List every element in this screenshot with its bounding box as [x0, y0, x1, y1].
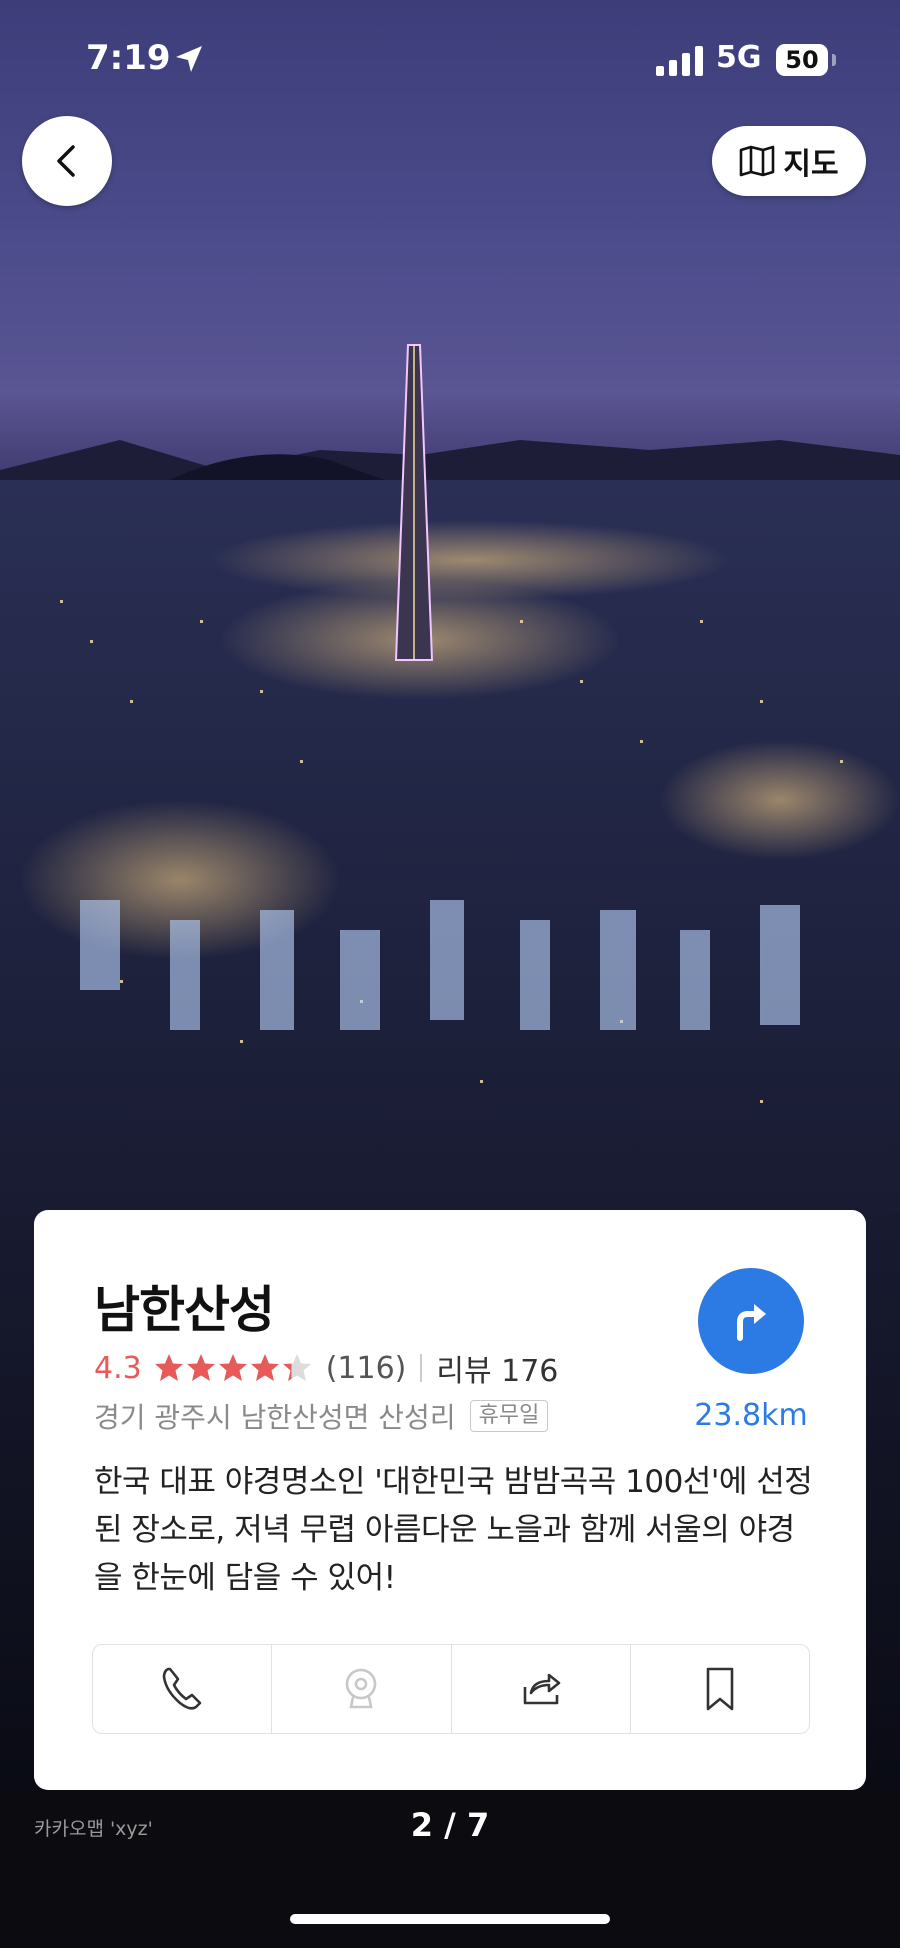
chevron-left-icon: [57, 145, 75, 177]
directions-button[interactable]: [698, 1268, 804, 1374]
back-button[interactable]: [22, 116, 112, 206]
place-card[interactable]: 남한산성 4.3 (116) 리뷰 176 경기 광주시 남한산성면 산성리 휴…: [34, 1210, 866, 1790]
divider: [420, 1354, 423, 1382]
map-icon: [740, 145, 775, 177]
star-icons: [154, 1354, 311, 1381]
rating-count: (116): [325, 1350, 407, 1386]
home-indicator[interactable]: [290, 1914, 610, 1924]
status-time: 7:19: [86, 38, 171, 78]
page-indicator: 2 / 7: [410, 1806, 490, 1844]
rating-row: 4.3 (116) 리뷰 176: [94, 1346, 558, 1390]
cellular-signal-icon: [656, 46, 703, 76]
status-bar: 7:19 5G 50: [0, 0, 900, 120]
map-button[interactable]: 지도: [712, 126, 866, 196]
address-row: 경기 광주시 남한산성면 산성리 휴무일: [94, 1396, 549, 1436]
distance-text: 23.8km: [694, 1398, 808, 1433]
turn-right-arrow-icon: [737, 1304, 766, 1341]
share-icon: [523, 1673, 560, 1705]
rating-value: 4.3: [94, 1350, 142, 1386]
network-type: 5G: [716, 40, 762, 75]
address-text: 경기 광주시 남한산성면 산성리: [94, 1401, 456, 1434]
star-rating: [154, 1353, 314, 1383]
place-name: 남한산성: [94, 1281, 275, 1339]
roadview-camera-icon: [346, 1668, 377, 1709]
battery-cap: [832, 54, 836, 66]
place-description: 한국 대표 야경명소인 '대한민국 밤밤곡곡 100선'에 선정된 장소로, 저…: [94, 1464, 813, 1596]
location-arrow-icon: [176, 46, 202, 72]
roadview-button[interactable]: [272, 1645, 452, 1733]
phone-icon: [162, 1667, 202, 1710]
map-button-label: 지도: [783, 147, 839, 182]
status-badge: 휴무일: [469, 1400, 549, 1432]
share-button[interactable]: [452, 1645, 631, 1733]
battery-icon: 50: [776, 44, 828, 76]
bookmark-icon: [706, 1667, 734, 1711]
bookmark-button[interactable]: [631, 1645, 809, 1733]
call-button[interactable]: [93, 1645, 273, 1733]
review-count-link[interactable]: 리뷰 176: [436, 1346, 558, 1390]
action-bar: [92, 1644, 810, 1734]
